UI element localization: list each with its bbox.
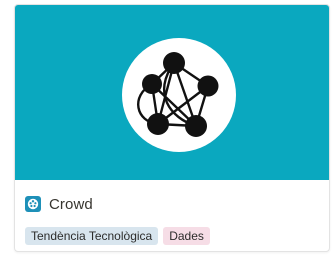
tag-tendencia-tecnologica: Tendència Tecnològica [25, 227, 159, 245]
crowd-icon [25, 196, 41, 212]
cover-logo [122, 38, 236, 152]
card-tags: Tendència Tecnològica Dades [25, 227, 210, 245]
card-cover [15, 5, 329, 180]
database-card[interactable]: Crowd Tendència Tecnològica Dades [14, 4, 330, 252]
tag-dades: Dades [163, 227, 210, 245]
network-graph-icon [137, 52, 219, 137]
card-title: Crowd [49, 195, 93, 213]
card-title-row: Crowd [25, 195, 93, 213]
